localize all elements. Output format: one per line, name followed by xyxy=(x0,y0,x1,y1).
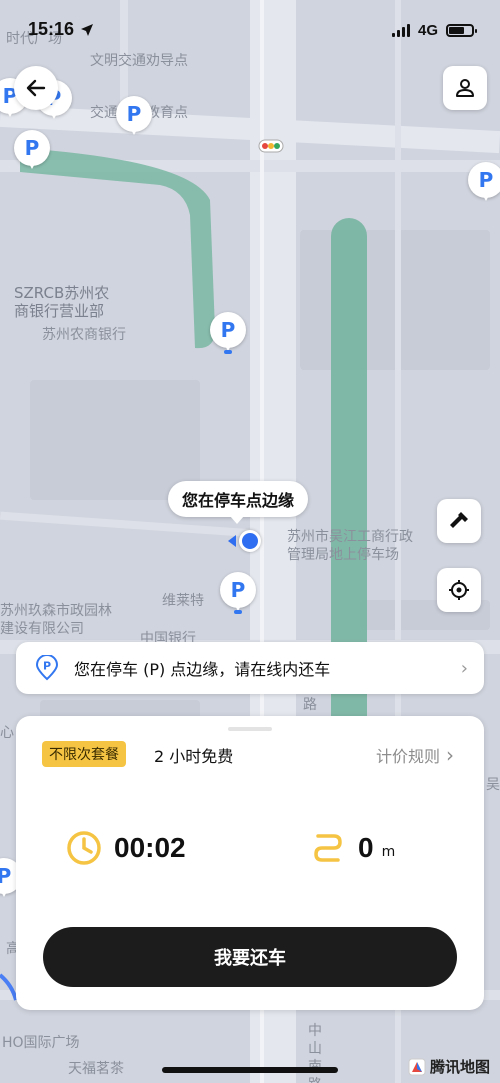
crosshair-icon xyxy=(449,580,469,600)
duration-stat: 00:02 xyxy=(66,830,186,866)
parking-pin[interactable]: P xyxy=(220,572,256,616)
parking-pin[interactable]: P xyxy=(14,130,50,174)
status-time: 15:16 xyxy=(28,19,94,40)
parking-pin[interactable]: P xyxy=(116,96,152,140)
clock: 15:16 xyxy=(28,19,75,39)
current-location-dot xyxy=(239,530,261,552)
profile-button[interactable] xyxy=(443,66,487,110)
heading-arrow-icon xyxy=(228,535,236,547)
distance-value: 0 xyxy=(358,832,374,863)
tencent-map-icon xyxy=(408,1058,426,1075)
map-label: 中山南路 xyxy=(308,1023,322,1083)
map-label: 苏州农商银行 xyxy=(42,327,126,343)
notice-text: 您在停车 (P) 点边缘，请在线内还车 xyxy=(74,660,331,679)
plan-badge: 不限次套餐 xyxy=(42,741,126,767)
return-bike-button[interactable]: 我要还车 xyxy=(43,927,457,987)
arrow-left-icon xyxy=(26,79,46,97)
location-arrow-icon xyxy=(81,23,94,36)
parking-pin[interactable]: P xyxy=(468,162,500,206)
repair-button[interactable] xyxy=(437,499,481,543)
parking-edge-notice[interactable]: P 您在停车 (P) 点边缘，请在线内还车 › xyxy=(16,642,484,694)
pricing-rules-label: 计价规则 xyxy=(375,747,440,766)
map-label: 吴江 xyxy=(486,777,500,793)
sheet-grabber[interactable] xyxy=(228,727,272,731)
user-icon xyxy=(456,79,474,97)
status-bar: 15:16 4G xyxy=(0,0,500,58)
map-provider-logo: 腾讯地图 xyxy=(408,1056,490,1077)
network-type: 4G xyxy=(417,22,438,39)
locate-button[interactable] xyxy=(437,568,481,612)
svg-text:P: P xyxy=(43,660,51,673)
parking-pin-icon: P xyxy=(34,654,60,681)
chevron-right-icon: › xyxy=(446,743,454,767)
map-label: 苏州玖森市政园林 xyxy=(0,603,112,619)
map-label: 商银行营业部 xyxy=(14,302,105,320)
map-label: SZRCB苏州农 xyxy=(14,284,110,302)
parking-pin[interactable]: P xyxy=(210,312,246,356)
pricing-rules-link[interactable]: 计价规则 › xyxy=(376,743,454,767)
chevron-right-icon: › xyxy=(460,657,468,679)
clock-icon xyxy=(67,831,101,865)
map-label: 心 xyxy=(0,725,14,741)
distance-stat: 0 m xyxy=(310,830,395,866)
back-button[interactable] xyxy=(14,66,58,110)
wrench-icon xyxy=(450,512,468,528)
duration-value: 00:02 xyxy=(114,832,186,863)
distance-unit: m xyxy=(381,844,396,860)
map-provider-label: 腾讯地图 xyxy=(429,1058,490,1076)
plan-description: 2 小时免费 xyxy=(154,747,234,766)
map-label: 路 xyxy=(303,697,317,713)
map-label: HO国际广场 xyxy=(2,1035,80,1051)
battery-icon xyxy=(446,24,477,37)
map-label: 苏州市吴江工商行政 xyxy=(287,529,413,545)
route-icon xyxy=(314,834,342,862)
map-label: 天福茗茶 xyxy=(68,1061,124,1077)
map-label: 维莱特 xyxy=(162,593,204,609)
ride-sheet: 不限次套餐 2 小时免费 计价规则 › 00:02 0 m 我要还车 xyxy=(16,716,484,1010)
status-right: 4G xyxy=(391,22,477,39)
map-label: 建设有限公司 xyxy=(0,621,84,637)
home-indicator[interactable] xyxy=(162,1067,338,1073)
edge-warning-bubble: 您在停车点边缘 xyxy=(168,481,309,524)
signal-icon xyxy=(391,24,410,37)
map-label: 管理局地上停车场 xyxy=(287,547,399,563)
